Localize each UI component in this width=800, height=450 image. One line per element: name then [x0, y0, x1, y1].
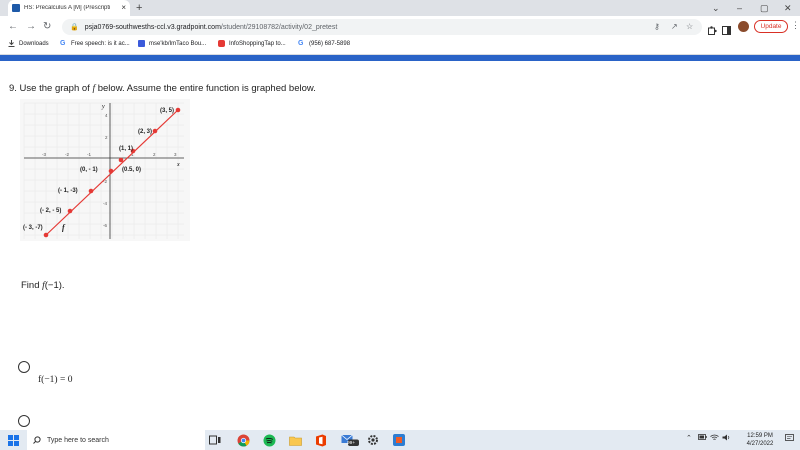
question-suffix: below. Assume the entire function is gra… — [95, 83, 316, 94]
point-label: (- 2, - 5) — [40, 208, 61, 214]
graph-background — [20, 99, 190, 241]
google-icon: G — [298, 40, 304, 47]
activity-content: 9. Use the graph of f below. Assume the … — [0, 61, 800, 430]
point-0-neg1 — [108, 168, 114, 174]
youtube-icon — [218, 40, 225, 47]
point-2-3 — [152, 128, 158, 134]
minimize-button[interactable]: – — [737, 1, 742, 15]
find-prompt: Find f(−1). — [21, 280, 65, 291]
bookmark-label: Downloads — [19, 40, 49, 47]
y-tick-label: -4 — [103, 201, 107, 206]
bookmark-infoshopping[interactable]: InfoShoppingTap to... — [218, 40, 286, 47]
tab-strip: HS: Precalculus A [M] (Prescripti × + ⌄ … — [0, 0, 800, 16]
tab-close-icon[interactable]: × — [121, 4, 126, 12]
bookmark-phone[interactable]: G (956) 687-5898 — [298, 40, 350, 47]
clock-date: 4/27/2022 — [746, 441, 774, 447]
search-icon — [33, 431, 41, 449]
bookmark-label: Free speech: is it ac... — [71, 40, 130, 47]
download-icon — [8, 40, 15, 47]
bookmark-free-speech[interactable]: G Free speech: is it ac... — [60, 40, 130, 47]
bookmark-downloads[interactable]: Downloads — [8, 40, 49, 47]
taskbar-search[interactable]: Type here to search — [27, 430, 205, 450]
chevron-up-icon[interactable]: ⌃ — [686, 434, 692, 442]
wifi-icon[interactable] — [710, 434, 719, 443]
function-graph: y x -3 -2 -1 1 2 3 4 2 -2 -4 -6 (3, 5) (… — [20, 99, 190, 241]
bookmark-label: mse'kb/ImTaco Bou... — [149, 40, 207, 47]
office-icon[interactable] — [314, 433, 328, 447]
back-arrow-icon[interactable]: ← — [8, 20, 18, 34]
answer-radio-2[interactable] — [18, 415, 30, 427]
address-bar[interactable]: 🔒 psja0769-southwesths-ccl.v3.gradpoint.… — [62, 19, 702, 35]
extension-puzzle-icon[interactable] — [708, 22, 717, 35]
point-label: (3, 5) — [160, 108, 174, 114]
maximize-button[interactable]: ▢ — [760, 1, 769, 15]
new-tab-button[interactable]: + — [136, 1, 142, 15]
lock-icon: 🔒 — [70, 24, 79, 31]
point-neg1-neg3 — [88, 188, 94, 194]
point-label: (2, 3) — [138, 129, 152, 135]
gradpoint-favicon-icon — [12, 4, 20, 12]
clock-time: 12:59 PM — [747, 433, 773, 439]
point-label: (0.5, 0) — [122, 167, 141, 173]
x-tick-label: -1 — [87, 152, 91, 157]
url-host: psja0769-southwesths-ccl.v3.gradpoint.co… — [84, 23, 221, 31]
bookmark-star-icon[interactable]: ☆ — [686, 22, 693, 31]
point-label: (1, 1) — [119, 146, 133, 152]
x-tick-label: -2 — [65, 152, 69, 157]
tab-title: HS: Precalculus A [M] (Prescripti — [24, 5, 111, 11]
volume-icon[interactable] — [722, 434, 731, 443]
page-icon — [138, 40, 145, 47]
app-icon[interactable] — [392, 433, 406, 447]
spotify-icon[interactable] — [262, 433, 276, 447]
notifications-icon[interactable] — [785, 434, 794, 444]
x-tick-label: -3 — [42, 152, 46, 157]
sidebar-icon[interactable] — [722, 22, 731, 35]
browser-toolbar: ← → ↻ 🔒 psja0769-southwesths-ccl.v3.grad… — [0, 16, 800, 38]
update-button[interactable]: Update — [754, 20, 788, 33]
question-text: 9. Use the graph of f below. Assume the … — [9, 83, 316, 94]
answer-option-1-label[interactable]: f(−1) = 0 — [38, 375, 72, 385]
chrome-icon[interactable] — [236, 433, 250, 447]
point-3-5 — [175, 107, 181, 113]
point-neg3-neg7 — [43, 232, 49, 238]
close-window-button[interactable]: ✕ — [784, 1, 792, 15]
point-neg2-neg5 — [67, 208, 73, 214]
bookmark-label: InfoShoppingTap to... — [229, 40, 286, 47]
point-label: (- 3, -7) — [23, 225, 43, 231]
question-prefix: 9. Use the graph of — [9, 83, 93, 94]
task-view-icon[interactable] — [208, 433, 222, 447]
google-icon: G — [60, 40, 66, 47]
file-explorer-icon[interactable] — [288, 433, 302, 447]
point-0.5-0 — [118, 157, 124, 163]
windows-start-icon[interactable] — [6, 433, 20, 447]
y-axis-label: y — [101, 104, 105, 110]
answer-radio-1[interactable] — [18, 361, 30, 373]
url-path: /student/29108782/activity/02_pretest — [220, 23, 338, 31]
browser-tab[interactable]: HS: Precalculus A [M] (Prescripti × — [8, 0, 130, 16]
bookmark-imtaco[interactable]: mse'kb/ImTaco Bou... — [138, 40, 206, 47]
settings-gear-icon[interactable] — [366, 433, 380, 447]
more-menu-icon[interactable]: ⋮ — [791, 20, 800, 31]
battery-icon[interactable] — [698, 434, 707, 442]
mail-badge: 99+ — [347, 441, 356, 446]
search-placeholder: Type here to search — [47, 436, 109, 444]
share-icon[interactable]: ↗ — [671, 22, 678, 31]
bookmark-label: (956) 687-5898 — [309, 40, 351, 47]
key-icon[interactable]: ⚷ — [654, 22, 660, 31]
windows-taskbar: Type here to search 99+ ⌃ 12:59 PM 4/27/… — [0, 430, 800, 450]
y-tick-label: -6 — [103, 223, 107, 228]
bookmarks-bar: Downloads G Free speech: is it ac... mse… — [0, 38, 800, 55]
find-suffix: (−1). — [44, 280, 65, 291]
tab-search-icon[interactable]: ⌄ — [712, 1, 720, 15]
forward-arrow-icon[interactable]: → — [26, 20, 36, 34]
x-axis-label: x — [176, 162, 180, 168]
point-label: (- 1, -3) — [58, 188, 78, 194]
reload-icon[interactable]: ↻ — [43, 20, 51, 34]
system-clock[interactable]: 12:59 PM 4/27/2022 — [740, 432, 780, 448]
point-label: (0, - 1) — [80, 167, 98, 173]
find-prefix: Find — [21, 280, 43, 291]
profile-avatar[interactable] — [738, 21, 749, 32]
